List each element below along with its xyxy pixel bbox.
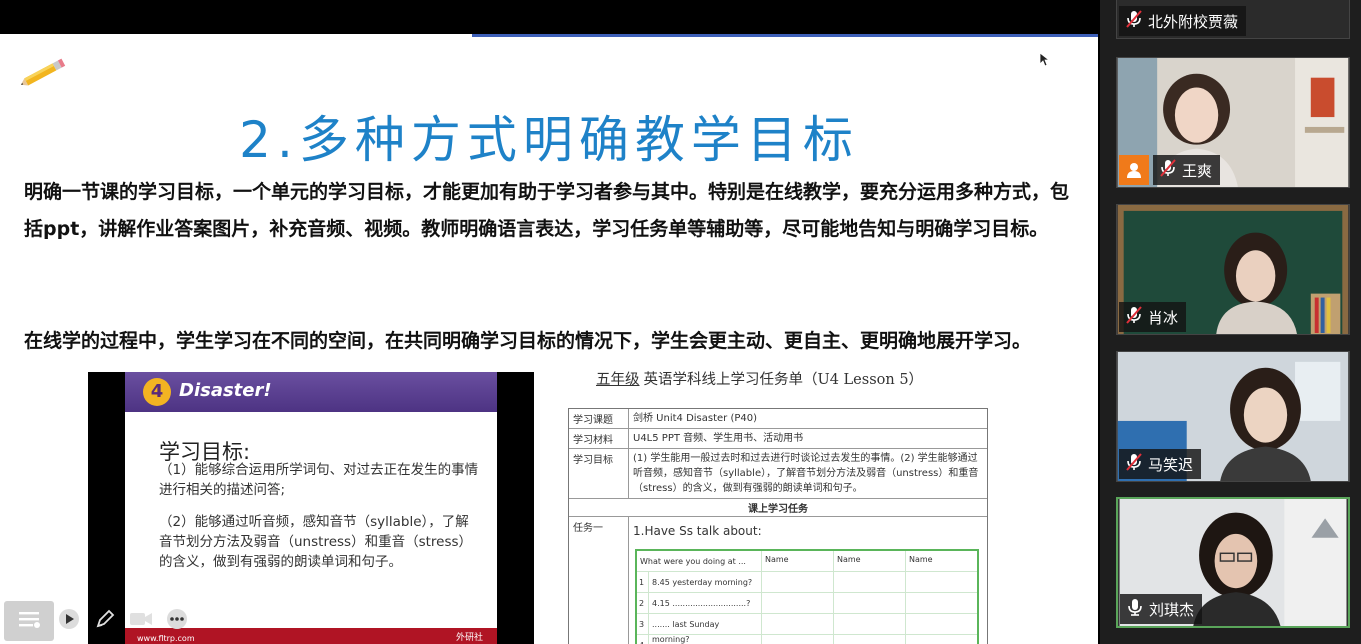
pencil-icon [18, 58, 68, 92]
worksheet-grade: 五年级 [596, 372, 640, 388]
mic-muted-icon [1125, 452, 1148, 476]
survey-header-row: What were you doing at ... Name Name Nam… [637, 551, 977, 572]
play-button[interactable] [56, 608, 82, 634]
survey-name-header: Name [761, 551, 833, 571]
unit-title: Disaster! [179, 380, 272, 401]
worksheet-section-header: 课上学习任务 [569, 499, 987, 517]
cursor-icon [1039, 52, 1051, 71]
worksheet-task-row: 任务一 1.Have Ss talk about: What were you … [569, 517, 987, 644]
participant-name-tag: 刘琪杰 [1120, 594, 1203, 624]
survey-cell [905, 614, 977, 634]
list-icon [17, 609, 41, 633]
participant-tile[interactable]: 北外附校贾薇 [1116, 0, 1350, 39]
survey-row: 4 [637, 635, 977, 644]
task-prompt: 1.Have Ss talk about: [633, 524, 762, 538]
survey-cell [833, 635, 905, 644]
worksheet-row-label: 学习材料 [569, 429, 629, 448]
participants-panel: 北外附校贾薇 王爽 肖冰 马笑迟 刘琪杰 [1100, 0, 1361, 644]
slide-paragraph-2: 在线学的过程中，学生学习在不同的空间，在共同明确学习目标的情况下，学生会更主动、… [24, 330, 1032, 352]
survey-table: What were you doing at ... Name Name Nam… [635, 549, 979, 644]
annotate-button[interactable] [92, 608, 118, 634]
mic-muted-icon [1125, 305, 1148, 329]
survey-row-number: 3 [637, 614, 649, 634]
participant-tile[interactable]: 王爽 [1116, 57, 1350, 188]
survey-cell [833, 614, 905, 634]
worksheet-row: 学习目标 (1) 学生能用一般过去时和过去进行时谈论过去发生的事情。(2) 学生… [569, 449, 987, 499]
mic-muted-icon [1125, 9, 1148, 33]
participant-tile-active[interactable]: 刘琪杰 [1116, 497, 1350, 628]
worksheet-title: 五年级 英语学科线上学习任务单（U4 Lesson 5） [592, 368, 923, 389]
survey-cell [905, 635, 977, 644]
survey-row: 3 ....... last Sunday morning? [637, 614, 977, 644]
mic-muted-icon [1159, 158, 1182, 182]
participant-tile[interactable]: 马笑迟 [1116, 351, 1350, 482]
participant-name: 王爽 [1182, 161, 1213, 180]
ppt-banner: 4 Disaster! [125, 372, 497, 412]
slide-accent-line [472, 34, 1098, 37]
shared-screen: 2.多种方式明确教学目标 明确一节课的学习目标，一个单元的学习目标，才能更加有助… [0, 0, 1100, 644]
survey-row-number: 4 [637, 635, 649, 644]
slide-paragraph-1: 明确一节课的学习目标，一个单元的学习目标，才能更加有助于学习者参与其中。特别是在… [24, 181, 1070, 240]
worksheet-row-label: 学习课题 [569, 409, 629, 428]
pen-icon [94, 608, 116, 634]
task-content: 1.Have Ss talk about: What were you doin… [629, 517, 987, 644]
objective-item-2: （2）能够通过听音频，感知音节（syllable），了解音节划分方法及弱音（un… [159, 514, 473, 570]
survey-cell [905, 593, 977, 613]
worksheet-row-value: 剑桥 Unit4 Disaster (P40) [633, 413, 758, 424]
survey-cell [833, 572, 905, 592]
worksheet-row-value: U4L5 PPT 音频、学生用书、活动用书 [633, 433, 804, 444]
presentation-toolbar [0, 598, 210, 644]
more-button[interactable] [164, 608, 190, 634]
participant-name-tag: 北外附校贾薇 [1119, 6, 1247, 36]
survey-cell [761, 593, 833, 613]
mic-icon [1126, 597, 1149, 621]
survey-cell [905, 572, 977, 592]
survey-cell [761, 614, 833, 634]
worksheet-row-value: (1) 学生能用一般过去时和过去进行时谈论过去发生的事情。(2) 学生能够通过听… [633, 453, 979, 494]
survey-row-number: 1 [637, 572, 649, 592]
participant-video [1117, 58, 1349, 187]
participant-name-tag: 王爽 [1153, 155, 1221, 185]
survey-name-header: Name [905, 551, 977, 571]
play-icon [58, 608, 80, 634]
survey-row: 2 4.15 .............................? [637, 593, 977, 614]
more-icon [166, 608, 188, 634]
worksheet-row-label: 学习目标 [569, 449, 629, 498]
list-button[interactable] [4, 601, 54, 641]
survey-name-header: Name [833, 551, 905, 571]
worksheet-title-text: 英语学科线上学习任务单（U4 Lesson 5） [643, 372, 924, 388]
objective-item-1: （1）能够综合运用所学词句、对过去正在发生的事情进行相关的描述问答; [159, 462, 479, 498]
survey-row-text: ....... last Sunday morning? [652, 620, 720, 644]
participant-name: 刘琪杰 [1149, 600, 1195, 619]
participant-name: 肖冰 [1148, 308, 1179, 327]
survey-cell [833, 593, 905, 613]
host-user-icon [1119, 155, 1149, 185]
survey-cell [761, 572, 833, 592]
participant-name-tag: 肖冰 [1119, 302, 1187, 332]
ppt-footer-publisher: 外研社 [455, 633, 483, 643]
camera-icon [129, 610, 153, 632]
shared-slide: 2.多种方式明确教学目标 明确一节课的学习目标，一个单元的学习目标，才能更加有助… [0, 34, 1098, 644]
participant-tile[interactable]: 肖冰 [1116, 204, 1350, 335]
task-label: 任务一 [569, 517, 629, 644]
worksheet-row: 学习课题 剑桥 Unit4 Disaster (P40) [569, 409, 987, 429]
camera-button[interactable] [128, 608, 154, 634]
participant-name: 马笑迟 [1148, 455, 1194, 474]
worksheet-row: 学习材料 U4L5 PPT 音频、学生用书、活动用书 [569, 429, 987, 449]
survey-row-text [649, 635, 761, 644]
slide-title: 2.多种方式明确教学目标 [239, 111, 859, 169]
survey-cell [761, 635, 833, 644]
survey-row-text: 4.15 .............................? [652, 599, 751, 608]
survey-row-text: 8.45 yesterday morning? [652, 578, 753, 587]
worksheet-table: 学习课题 剑桥 Unit4 Disaster (P40) 学习材料 U4L5 P… [568, 408, 988, 644]
participant-name: 北外附校贾薇 [1148, 12, 1239, 31]
survey-row-number: 2 [637, 593, 649, 613]
survey-question-header: What were you doing at ... [640, 557, 746, 566]
unit-badge: 4 [143, 378, 171, 406]
participant-name-tag: 马笑迟 [1119, 449, 1202, 479]
meeting-window: 2.多种方式明确教学目标 明确一节课的学习目标，一个单元的学习目标，才能更加有助… [0, 0, 1361, 644]
survey-row: 1 8.45 yesterday morning? [637, 572, 977, 593]
